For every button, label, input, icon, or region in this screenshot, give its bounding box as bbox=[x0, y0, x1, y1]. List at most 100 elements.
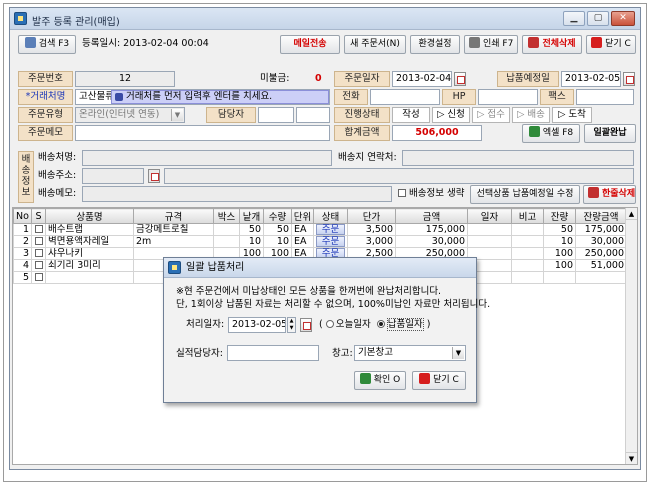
app-icon bbox=[14, 12, 27, 25]
col-unit[interactable]: 단위 bbox=[291, 208, 314, 224]
row-date[interactable] bbox=[467, 235, 512, 248]
row-note[interactable] bbox=[511, 247, 544, 260]
col-spec[interactable]: 규격 bbox=[133, 208, 214, 224]
row-box[interactable] bbox=[213, 223, 240, 236]
status-step-2: ▷ 신청 bbox=[432, 107, 470, 123]
row-name[interactable]: 벽면용액자레일 bbox=[45, 235, 134, 248]
calendar-icon[interactable] bbox=[623, 72, 635, 86]
search-icon[interactable] bbox=[148, 169, 160, 183]
print-button[interactable]: 인쇄 F7 bbox=[464, 35, 518, 54]
row-checkbox[interactable] bbox=[31, 247, 46, 260]
row-each[interactable]: 50 bbox=[239, 223, 264, 236]
zip-input[interactable] bbox=[82, 168, 144, 184]
row-status[interactable]: 주문 bbox=[313, 235, 348, 248]
hp-input[interactable] bbox=[478, 89, 538, 105]
row-spec[interactable]: 금강메트로칠 bbox=[133, 223, 214, 236]
row-note[interactable] bbox=[511, 223, 544, 236]
scroll-up-icon[interactable]: ▲ bbox=[626, 208, 637, 220]
row-each[interactable]: 10 bbox=[239, 235, 264, 248]
maximize-icon[interactable]: ▢ bbox=[587, 11, 609, 26]
row-note[interactable] bbox=[511, 271, 544, 284]
delete-all-button[interactable]: 전체삭제 bbox=[522, 35, 582, 54]
calendar-icon[interactable] bbox=[300, 318, 312, 332]
phone-input[interactable] bbox=[370, 89, 440, 105]
spin-icon[interactable]: ▲ ▼ bbox=[287, 317, 296, 333]
row-box[interactable] bbox=[213, 235, 240, 248]
fax-input[interactable] bbox=[576, 89, 634, 105]
warehouse-select[interactable]: 기본창고 ▼ bbox=[354, 345, 466, 361]
close-icon[interactable]: ✕ bbox=[611, 11, 635, 26]
row-note[interactable] bbox=[511, 259, 544, 272]
grid-scrollbar[interactable]: ▲ ▼ bbox=[625, 208, 637, 464]
radio-due-date[interactable]: 납품일자 bbox=[376, 318, 424, 331]
delete-row-button[interactable]: 한줄삭제 bbox=[583, 185, 636, 204]
scroll-down-icon[interactable]: ▼ bbox=[626, 452, 637, 464]
col-each[interactable]: 낱개 bbox=[239, 208, 264, 224]
row-unit[interactable]: EA bbox=[291, 223, 314, 236]
col-no[interactable]: No bbox=[13, 208, 32, 224]
search-button[interactable]: 검색 F3 bbox=[18, 35, 76, 54]
row-spec[interactable]: 2m bbox=[133, 235, 214, 248]
row-name[interactable]: 배수트랩 bbox=[45, 223, 134, 236]
manager-name-field bbox=[296, 107, 330, 123]
row-status[interactable]: 주문 bbox=[313, 223, 348, 236]
col-note[interactable]: 비고 bbox=[511, 208, 544, 224]
edit-due-date-button[interactable]: 선택상품 납품예정일 수정 bbox=[470, 185, 580, 204]
dialog-close-button[interactable]: 닫기 C bbox=[412, 371, 466, 390]
ship-name-input[interactable] bbox=[82, 150, 332, 166]
phone-label: 전화 bbox=[334, 89, 368, 105]
table-row[interactable]: 1 배수트랩 금강메트로칠 50 50 EA 주문 3,500 175,000 … bbox=[13, 223, 627, 236]
row-price[interactable]: 3,500 bbox=[347, 223, 396, 236]
row-name[interactable]: 샤우나키 bbox=[45, 247, 134, 260]
col-box[interactable]: 박스 bbox=[213, 208, 240, 224]
process-date-input[interactable]: 2013-02-05 bbox=[228, 317, 286, 333]
col-price[interactable]: 단가 bbox=[347, 208, 396, 224]
row-unit[interactable]: EA bbox=[291, 235, 314, 248]
col-s[interactable]: S bbox=[31, 208, 46, 224]
row-date[interactable] bbox=[467, 223, 512, 236]
row-name[interactable] bbox=[45, 271, 134, 284]
due-date-input[interactable]: 2013-02-05 bbox=[561, 71, 621, 87]
row-name[interactable]: 쇠기리 3미리 bbox=[45, 259, 134, 272]
row-note[interactable] bbox=[511, 235, 544, 248]
calendar-icon[interactable] bbox=[454, 72, 466, 86]
row-checkbox[interactable] bbox=[31, 259, 46, 272]
manager-label: 담당자 bbox=[206, 107, 256, 123]
row-qty[interactable]: 10 bbox=[263, 235, 292, 248]
col-qty[interactable]: 수량 bbox=[263, 208, 292, 224]
col-name[interactable]: 상품명 bbox=[45, 208, 134, 224]
dialog-title: 일괄 납품처리 bbox=[186, 262, 245, 273]
col-date[interactable]: 일자 bbox=[467, 208, 512, 224]
col-remain[interactable]: 잔량 bbox=[543, 208, 576, 224]
order-date-input[interactable]: 2013-02-04 bbox=[392, 71, 452, 87]
order-type-select[interactable]: 온라인(인터넷 연동) ▼ bbox=[75, 107, 185, 123]
person-input[interactable] bbox=[227, 345, 319, 361]
col-amount[interactable]: 금액 bbox=[395, 208, 468, 224]
row-checkbox[interactable] bbox=[31, 223, 46, 236]
row-qty[interactable]: 50 bbox=[263, 223, 292, 236]
col-remain-amount[interactable]: 잔량금액 bbox=[575, 208, 627, 224]
confirm-button[interactable]: 확인 O bbox=[354, 371, 406, 390]
row-remain: 100 bbox=[543, 259, 576, 272]
ship-memo-input[interactable] bbox=[82, 186, 392, 202]
excel-button[interactable]: 엑셀 F8 bbox=[522, 124, 580, 143]
ship-address-input[interactable] bbox=[164, 168, 634, 184]
close-button[interactable]: 닫기 C bbox=[586, 35, 636, 54]
col-status[interactable]: 상태 bbox=[313, 208, 348, 224]
bulk-complete-button[interactable]: 일괄완납 bbox=[584, 124, 636, 143]
row-price[interactable]: 3,000 bbox=[347, 235, 396, 248]
memo-input[interactable] bbox=[75, 125, 330, 141]
omit-shipping-checkbox[interactable]: 배송정보 생략 bbox=[398, 187, 465, 201]
env-settings-button[interactable]: 환경설정 bbox=[410, 35, 460, 54]
radio-today[interactable]: 오늘일자 bbox=[325, 319, 371, 330]
minimize-icon[interactable]: ▁ bbox=[563, 11, 585, 26]
row-checkbox[interactable] bbox=[31, 235, 46, 248]
excel-icon bbox=[528, 126, 540, 137]
table-row[interactable]: 2 벽면용액자레일 2m 10 10 EA 주문 3,000 30,000 10… bbox=[13, 235, 627, 248]
mail-send-button[interactable]: 메일전송 bbox=[280, 35, 340, 54]
row-checkbox[interactable] bbox=[31, 271, 46, 284]
new-order-button[interactable]: 새 주문서(N) bbox=[344, 35, 406, 54]
manager-input[interactable] bbox=[258, 107, 294, 123]
warehouse-label: 창고: bbox=[332, 348, 353, 359]
ship-contact-input[interactable] bbox=[402, 150, 634, 166]
